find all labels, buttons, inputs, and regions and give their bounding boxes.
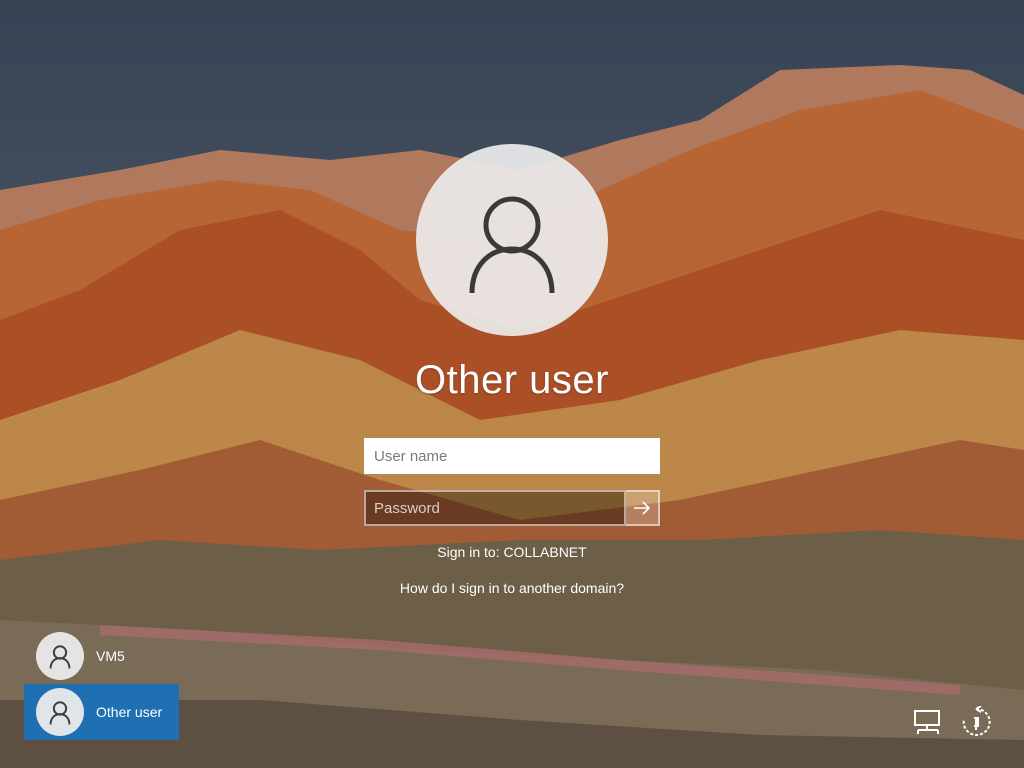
other-domain-help-link[interactable]: How do I sign in to another domain? (312, 580, 712, 596)
arrow-right-icon (634, 501, 651, 515)
user-tile-label: Other user (96, 704, 163, 720)
ease-of-access-icon[interactable] (958, 704, 994, 740)
user-avatar-icon (416, 144, 608, 336)
sign-in-domain-text: Sign in to: COLLABNET (437, 544, 587, 560)
username-field[interactable] (364, 438, 660, 474)
user-tile-vm5[interactable]: VM5 (24, 628, 179, 684)
account-name-title: Other user (415, 358, 609, 402)
password-field[interactable] (364, 490, 626, 526)
user-tile-other-user[interactable]: Other user (24, 684, 179, 740)
user-tile-label: VM5 (96, 648, 125, 664)
user-avatar-icon (36, 632, 84, 680)
network-icon[interactable] (910, 704, 946, 740)
user-avatar-icon (36, 688, 84, 736)
sign-in-submit-button[interactable] (626, 490, 660, 526)
